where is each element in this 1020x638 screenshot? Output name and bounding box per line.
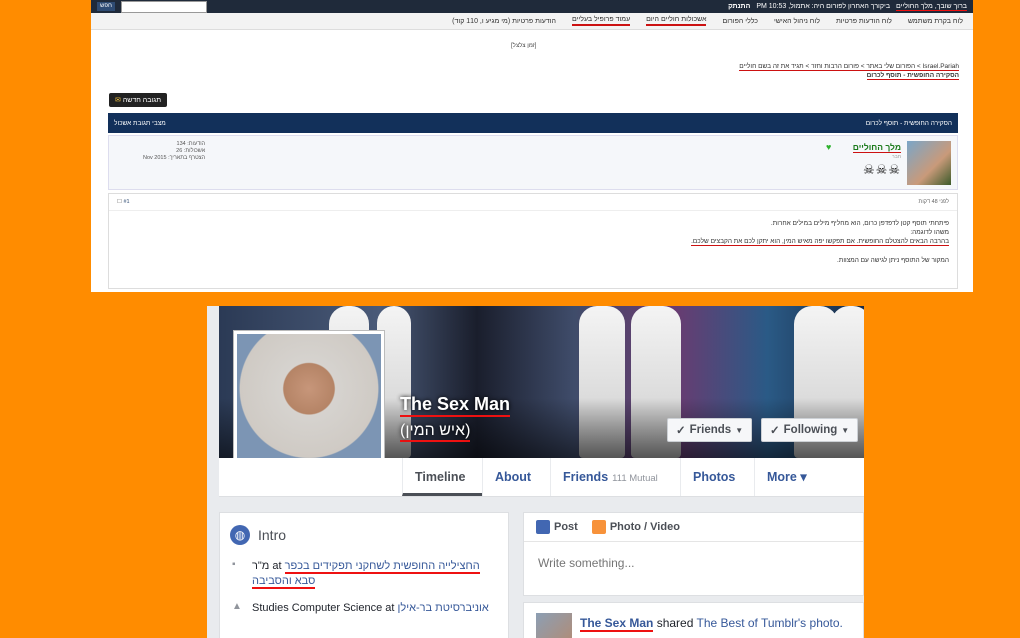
composer-photo-tab[interactable]: Photo / Video xyxy=(591,520,680,534)
stat-joined: הצטרף בתאריך: Nov 2015 xyxy=(143,155,206,161)
composer-post-tab[interactable]: Post xyxy=(536,520,578,534)
mutual-friends-count: 111 Mutual xyxy=(612,473,658,484)
post-time: לפני 48 דקות xyxy=(918,199,949,205)
profile-tabs: Timeline About Friends 111 Mutual Photos … xyxy=(219,458,864,497)
post-composer: Post Photo / Video xyxy=(523,512,864,596)
forum-user-avatar[interactable] xyxy=(907,141,951,185)
post-body: ☐ #1 לפני 48 דקות פיתחתי תוסף קטן לדפדפן… xyxy=(108,193,958,289)
forum-last-visit: ביקורך האחרון לפורום היה: אתמול, PM 10:5… xyxy=(756,2,891,10)
tab-about[interactable]: About xyxy=(482,458,550,496)
check-icon: ✓ xyxy=(676,425,686,437)
tab-more-label: More ▾ xyxy=(767,470,807,484)
breadcrumb-path[interactable]: Israel.Pariah > הפורום שלי באתר > פורום … xyxy=(739,63,959,71)
thread-tools-link[interactable]: מצבי תגובת אשכול xyxy=(114,120,166,127)
tab-timeline[interactable]: Timeline xyxy=(402,458,482,496)
forum-user-stats: הודעות: 134 אשכולות: 26 הצטרף בתאריך: No… xyxy=(143,141,205,162)
forum-user-name[interactable]: מלך החוליים xyxy=(852,142,901,153)
post-header-title: הסקירה החופשית - תוסף לכרום xyxy=(865,119,952,127)
stat-posts: הודעות: 134 xyxy=(176,141,206,147)
forum-tiny-link[interactable]: [זמן צלצל] xyxy=(511,43,536,49)
forum-nav-item[interactable]: לוח בקרת משתמש xyxy=(908,18,963,25)
composer-photo-label: Photo / Video xyxy=(609,520,680,533)
intro-education-row: ▲ Studies Computer Science at אוניברסיטת… xyxy=(232,601,492,616)
following-button-label: Following xyxy=(783,424,838,436)
tab-more[interactable]: More ▾ xyxy=(754,458,828,496)
chevron-down-icon: ▼ xyxy=(735,425,744,435)
reply-icon: ✉ xyxy=(115,97,121,104)
post-number[interactable]: ☐ #1 xyxy=(117,199,130,205)
intro-edu-prefix: Studies Computer Science at xyxy=(252,602,395,614)
briefcase-icon: ▪ xyxy=(232,559,236,570)
forum-user-badges: ☠☠☠ xyxy=(863,162,901,177)
forum-logout-link[interactable]: התנתק xyxy=(728,3,750,11)
profile-alternate-name: (איש המין) xyxy=(400,422,471,442)
tab-friends-label: Friends xyxy=(563,470,609,484)
forum-nav-item[interactable]: לוח הודעות פרטיות xyxy=(836,18,892,25)
post-user-info: ♥ מלך החוליים חבר ☠☠☠ הודעות: 134 אשכולו… xyxy=(108,135,958,190)
post-header-bar: מצבי תגובת אשכול הסקירה החופשית - תוסף ל… xyxy=(108,113,958,133)
forum-welcome-user: ברוך שובך, מלך החוליים xyxy=(896,2,967,11)
forum-nav-item[interactable]: הודעות פרטיות (מי מגיע ו, 110 קוד) xyxy=(452,18,556,25)
intro-card: ◍ Intro ▪ מ"ר at החצילייה החופשית לשחקני… xyxy=(219,512,509,638)
stat-threads: אשכולות: 26 xyxy=(176,148,206,154)
forum-nav-item[interactable]: אשכולות חוליים היום xyxy=(646,16,707,26)
new-reply-label: תגובה חדשה xyxy=(122,97,162,104)
composer-input[interactable] xyxy=(536,555,840,571)
forum-top-bar: חפש ברוך שובך, מלך החוליים ביקורך האחרון… xyxy=(91,0,973,13)
feed-story-text: The Sex Man shared The Best of Tumblr's … xyxy=(580,616,843,632)
post-checkbox-icon[interactable]: ☐ xyxy=(117,199,122,205)
forum-search-go-button[interactable]: חפש xyxy=(97,2,115,11)
thread-title[interactable]: הסקירה החופשית - תוסף לכרום xyxy=(866,72,959,80)
tab-timeline-label: Timeline xyxy=(415,470,466,484)
facebook-screenshot: The Sex Man (איש המין) ✓ Friends ▼ ✓ Fol… xyxy=(207,306,864,638)
tab-photos-label: Photos xyxy=(693,470,736,484)
composer-post-label: Post xyxy=(554,520,578,533)
profile-name[interactable]: The Sex Man xyxy=(400,394,511,417)
forum-nav-item[interactable]: כללי הפורום xyxy=(722,18,757,25)
post-number-label: #1 xyxy=(123,199,130,205)
tab-friends[interactable]: Friends 111 Mutual xyxy=(550,458,680,496)
chevron-down-icon: ▼ xyxy=(841,425,850,435)
intro-edu-link[interactable]: אוניברסיטת בר-אילן xyxy=(398,602,489,614)
forum-nav-item[interactable]: לוח ניהול האישי xyxy=(774,18,820,25)
friends-button-label: Friends xyxy=(689,424,732,436)
post-line: פיתחתי תוסף קטן לדפדפן כרום, הוא מחליף מ… xyxy=(770,220,949,227)
friends-button[interactable]: ✓ Friends ▼ xyxy=(667,418,753,442)
forum-breadcrumb: Israel.Pariah > הפורום שלי באתר > פורום … xyxy=(739,62,959,80)
post-text: פיתחתי תוסף קטן לדפדפן כרום, הוא מחליף מ… xyxy=(109,211,957,265)
forum-user-title: חבר xyxy=(892,154,901,160)
intro-title: Intro xyxy=(258,527,287,543)
feed-story: The Sex Man shared The Best of Tumblr's … xyxy=(523,602,864,638)
check-icon: ✓ xyxy=(770,425,780,437)
globe-icon: ◍ xyxy=(230,525,250,545)
feed-target-link[interactable]: The Best of Tumblr's photo. xyxy=(697,616,843,630)
feed-author-link[interactable]: The Sex Man xyxy=(580,616,654,632)
forum-nav-item[interactable]: עמוד פרופיל בעליים xyxy=(572,16,631,26)
post-line: בהרבה הבאים להצטלם החופשית. אם תפקשו יפה… xyxy=(691,238,949,246)
tab-photos[interactable]: Photos xyxy=(680,458,754,496)
feed-avatar[interactable] xyxy=(536,613,572,638)
intro-work-prefix: מ"ר at xyxy=(252,560,282,572)
pencil-icon xyxy=(536,520,550,534)
forum-nav-bar: לוח בקרת משתמש לוח הודעות פרטיות לוח ניהול… xyxy=(91,13,973,30)
forum-search-input[interactable] xyxy=(121,0,207,13)
feed-action-text: shared xyxy=(653,616,697,630)
post-meta: ☐ #1 לפני 48 דקות xyxy=(109,194,957,211)
post-line: המקור של התוסף ניתן לגישה עם המצוות. xyxy=(837,257,949,264)
graduation-cap-icon: ▲ xyxy=(232,601,242,612)
heart-icon: ♥ xyxy=(826,142,832,152)
new-reply-button[interactable]: ✉ תגובה חדשה xyxy=(109,93,168,107)
forum-screenshot: חפש ברוך שובך, מלך החוליים ביקורך האחרון… xyxy=(91,0,973,292)
following-button[interactable]: ✓ Following ▼ xyxy=(761,418,859,442)
photo-icon xyxy=(591,520,606,534)
post-line: משהו לדוגמה: xyxy=(910,229,949,236)
intro-work-row: ▪ מ"ר at החצילייה החופשית לשחקני תפקידים… xyxy=(232,559,492,589)
tab-about-label: About xyxy=(495,470,532,484)
intro-work-link[interactable]: החצילייה החופשית לשחקני תפקידים בכפר סבא… xyxy=(252,560,480,589)
